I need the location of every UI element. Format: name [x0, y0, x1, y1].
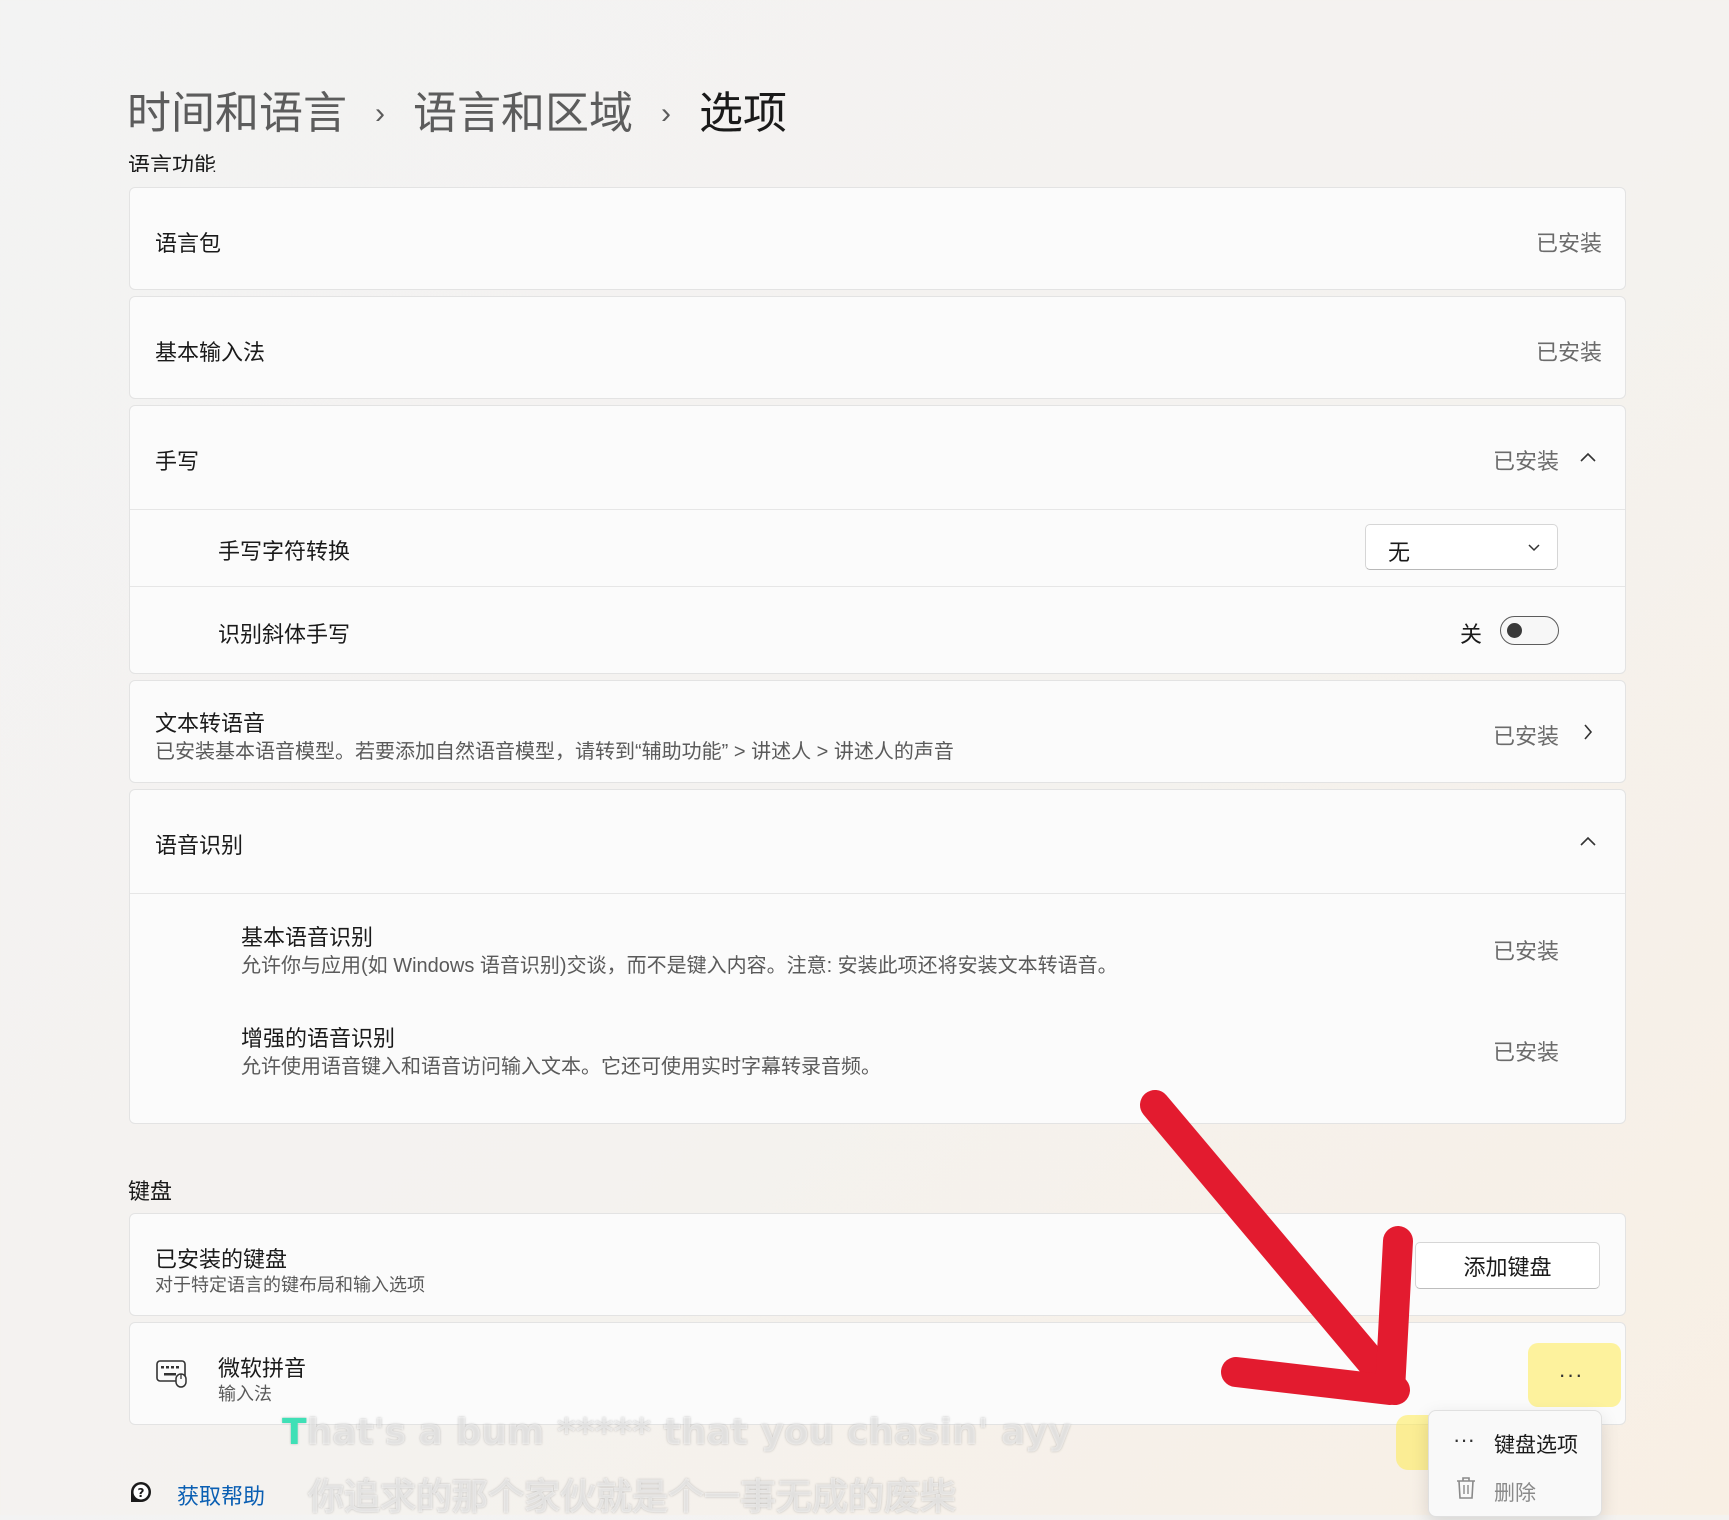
divider: [130, 893, 1625, 894]
chevron-right-icon[interactable]: [1577, 721, 1599, 743]
handwriting-status: 已安装: [1492, 449, 1559, 474]
add-keyboard-label: 添加键盘: [1463, 1254, 1552, 1280]
basic-speech-description: 允许你与应用(如 Windows 语音识别)交谈，而不是键入内容。注意: 安装此…: [241, 955, 1118, 977]
svg-text:?: ?: [138, 1486, 145, 1500]
more-icon: ···: [1453, 1427, 1475, 1452]
video-caption-chinese: 你追求的那个家伙就是个一事无成的废柴: [308, 1477, 957, 1518]
language-pack-label: 语言包: [155, 231, 222, 256]
language-pack-row: 语言包 已安装: [129, 187, 1626, 290]
basic-speech-recognition-row: 基本语音识别 允许你与应用(如 Windows 语音识别)交谈，而不是键入内容。…: [130, 920, 1625, 1000]
language-pack-status: 已安装: [1535, 231, 1602, 256]
enhanced-speech-description: 允许使用语音键入和语音访问输入文本。它还可使用实时字幕转录音频。: [241, 1056, 881, 1078]
add-keyboard-button[interactable]: 添加键盘: [1415, 1242, 1600, 1289]
enhanced-speech-status: 已安装: [1492, 1040, 1559, 1065]
basic-speech-label: 基本语音识别: [241, 925, 374, 950]
more-icon: ···: [1558, 1362, 1584, 1387]
breadcrumb-item-language-region[interactable]: 语言和区域: [413, 84, 633, 144]
page-title: 选项: [699, 89, 787, 138]
handwriting-header[interactable]: 手写 已安装: [130, 406, 1625, 509]
installed-keyboards-row: 已安装的键盘 对于特定语言的键布局和输入选项 添加键盘: [129, 1213, 1626, 1316]
breadcrumb-separator-icon: ›: [375, 97, 385, 130]
menu-item-delete[interactable]: 删除: [1429, 1467, 1601, 1511]
section-heading-label: 语言功能: [128, 153, 217, 172]
enhanced-speech-recognition-row: 增强的语音识别 允许使用语音键入和语音访问输入文本。它还可使用实时字幕转录音频。…: [130, 1021, 1625, 1101]
char-conversion-dropdown[interactable]: 无: [1365, 524, 1558, 570]
char-conversion-label: 手写字符转换: [218, 539, 351, 564]
breadcrumb-item-time-language[interactable]: 时间和语言: [127, 84, 347, 144]
speech-recognition-label: 语音识别: [155, 833, 244, 858]
installed-keyboards-description: 对于特定语言的键布局和输入选项: [155, 1275, 425, 1295]
chevron-up-icon[interactable]: [1577, 830, 1599, 852]
speech-recognition-header[interactable]: 语音识别: [130, 790, 1625, 893]
section-heading-language-features: 语言功能: [128, 150, 216, 172]
keyboard-icon: [156, 1358, 188, 1393]
tts-label: 文本转语音: [155, 711, 266, 736]
toggle-knob: [1507, 623, 1522, 638]
tts-row[interactable]: 文本转语音 已安装基本语音模型。若要添加自然语音模型，请转到“辅助功能” > 讲…: [129, 680, 1626, 783]
menu-item-label: 键盘选项: [1494, 1434, 1578, 1457]
menu-item-label: 删除: [1494, 1482, 1536, 1505]
get-help[interactable]: ? 获取帮助: [127, 1478, 265, 1511]
section-heading-keyboard: 键盘: [128, 1179, 173, 1204]
chevron-down-icon: [1527, 539, 1541, 557]
chevron-up-icon[interactable]: [1577, 446, 1599, 468]
basic-ime-status: 已安装: [1535, 340, 1602, 365]
get-help-link[interactable]: 获取帮助: [177, 1479, 265, 1511]
breadcrumb: 时间和语言 › 语言和区域 › 选项: [127, 84, 787, 144]
handwriting-char-conversion-row: 手写字符转换 无: [130, 510, 1625, 586]
italic-recognition-toggle[interactable]: [1500, 616, 1559, 645]
trash-icon: [1455, 1476, 1477, 1506]
tts-status: 已安装: [1492, 724, 1559, 749]
enhanced-speech-label: 增强的语音识别: [241, 1026, 396, 1051]
basic-speech-status: 已安装: [1492, 939, 1559, 964]
basic-ime-label: 基本输入法: [155, 340, 266, 365]
keyboard-name: 微软拼音: [218, 1356, 307, 1381]
keyboard-context-menu: ··· 键盘选项 删除: [1428, 1410, 1602, 1517]
menu-item-keyboard-options[interactable]: ··· 键盘选项: [1429, 1419, 1601, 1463]
keyboard-item-row: 微软拼音 输入法: [129, 1322, 1626, 1425]
keyboard-type: 输入法: [218, 1384, 272, 1404]
installed-keyboards-label: 已安装的键盘: [155, 1247, 288, 1272]
handwriting-card: 手写 已安装 手写字符转换 无 识别斜体手写 关: [129, 405, 1626, 674]
italic-recognition-label: 识别斜体手写: [218, 622, 351, 647]
more-options-button[interactable]: ···: [1549, 1358, 1593, 1392]
toggle-state-label: 关: [1460, 622, 1483, 647]
speech-recognition-card: 语音识别 基本语音识别 允许你与应用(如 Windows 语音识别)交谈，而不是…: [129, 789, 1626, 1124]
dropdown-value: 无: [1388, 540, 1411, 565]
italic-recognition-row: 识别斜体手写 关: [130, 587, 1625, 675]
handwriting-label: 手写: [155, 449, 200, 474]
caption-text: hat's a bum ***** that you chasin' ayy: [306, 1412, 1072, 1453]
breadcrumb-separator-icon: ›: [661, 97, 671, 130]
video-caption-english: That's a bum ***** that you chasin' ayy: [282, 1412, 1072, 1453]
basic-ime-row: 基本输入法 已安装: [129, 296, 1626, 399]
help-icon: ?: [127, 1478, 155, 1511]
tts-description: 已安装基本语音模型。若要添加自然语音模型，请转到“辅助功能” > 讲述人 > 讲…: [155, 741, 954, 763]
